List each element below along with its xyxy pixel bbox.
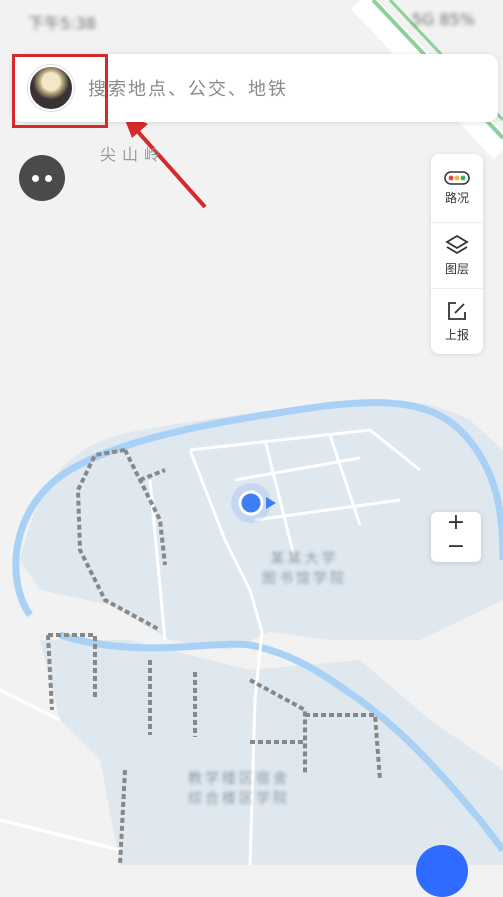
campus-label: 教学楼区宿舍 综合楼区学院: [188, 771, 290, 807]
status-indicators: 5G 85%: [411, 10, 475, 29]
navigation-button[interactable]: [416, 845, 468, 897]
report-label: 上报: [444, 327, 469, 342]
layers-icon: [445, 234, 469, 254]
map-canvas[interactable]: [0, 0, 503, 865]
zoom-control: + −: [431, 512, 481, 562]
layers-label: 图层: [444, 261, 469, 276]
zoom-out-button[interactable]: −: [431, 536, 481, 560]
layers-button[interactable]: 图层: [431, 222, 483, 287]
map-place-label: 尖山岭: [100, 145, 167, 164]
more-button[interactable]: [19, 155, 65, 201]
map-tools-panel: 路况 图层 上报: [431, 154, 483, 354]
traffic-label: 路况: [444, 190, 469, 205]
status-time: 下午5:38: [28, 14, 96, 33]
zoom-in-button[interactable]: +: [431, 512, 481, 536]
traffic-button[interactable]: 路况: [431, 156, 483, 220]
report-button[interactable]: 上报: [431, 288, 483, 353]
dot-icon: [45, 174, 52, 182]
campus-label: 某某大学 图书馆学院: [262, 551, 347, 587]
user-avatar[interactable]: [28, 65, 74, 111]
edit-report-icon: [448, 301, 466, 320]
traffic-light-icon: [444, 170, 470, 185]
status-bar: 下午5:38 5G 85%: [0, 0, 503, 40]
search-placeholder[interactable]: 搜索地点、公交、地铁: [88, 75, 288, 101]
dot-icon: [32, 174, 39, 182]
search-bar[interactable]: 搜索地点、公交、地铁: [12, 54, 498, 122]
